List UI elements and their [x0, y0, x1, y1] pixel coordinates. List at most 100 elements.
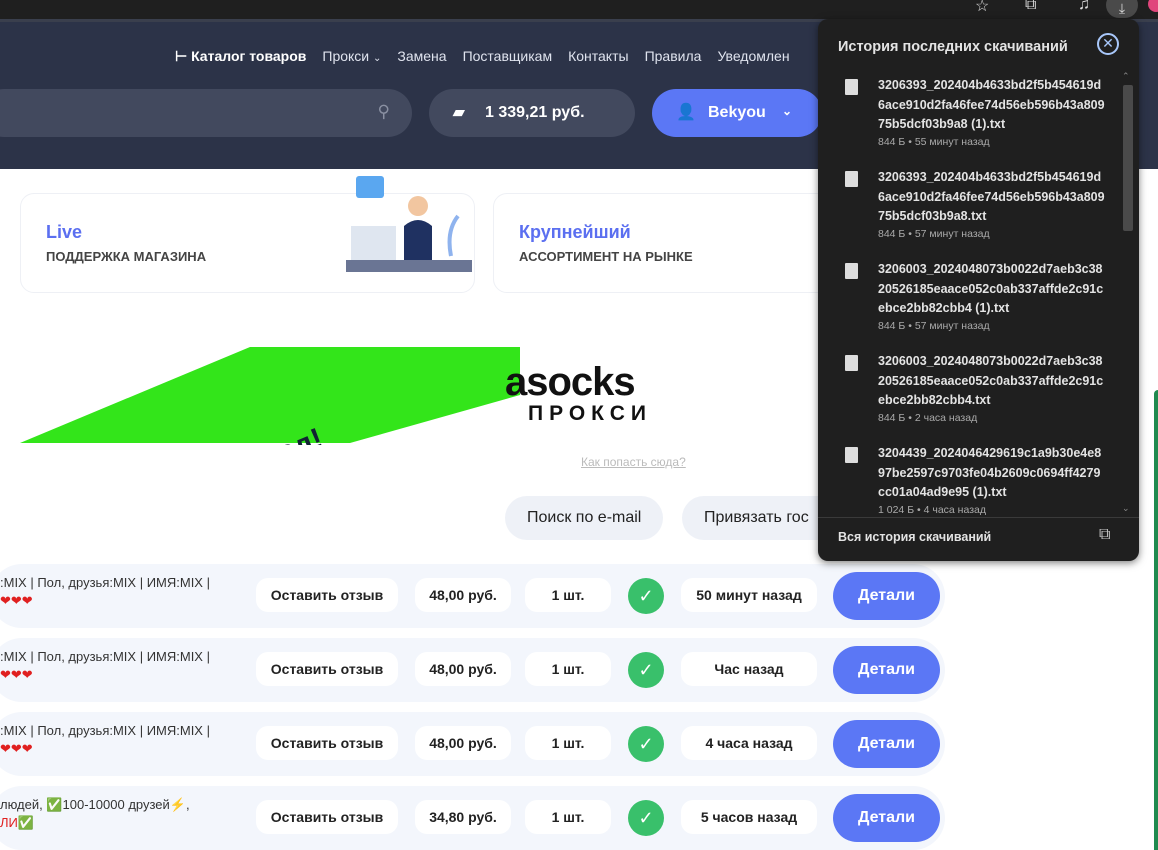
- details-button[interactable]: Детали: [833, 720, 940, 768]
- check-icon: ✓: [628, 578, 664, 614]
- catalog-icon: ⊢: [175, 48, 192, 64]
- check-icon: ✓: [628, 726, 664, 762]
- feature-subtitle: АССОРТИМЕНТ НА РЫНКЕ: [519, 249, 693, 264]
- order-description: :MIX | Пол, друзья:MIX | ИМЯ:MIX | ❤❤❤: [0, 649, 210, 682]
- order-time: 4 часа назад: [681, 726, 817, 760]
- download-item[interactable]: 3206393_202404b4633bd2f5b454619d6ace910d…: [818, 161, 1118, 253]
- download-item[interactable]: 3206393_202404b4633bd2f5b454619d6ace910d…: [818, 69, 1118, 161]
- all-downloads-link[interactable]: Вся история скачиваний ⧉: [818, 517, 1139, 561]
- leave-review-button[interactable]: Оставить отзыв: [256, 726, 398, 760]
- nav-suppliers[interactable]: Поставщикам: [463, 48, 553, 65]
- nav-contacts[interactable]: Контакты: [568, 48, 628, 65]
- order-row: :MIX | Пол, друзья:MIX | ИМЯ:MIX | ❤❤❤ Ос…: [0, 638, 945, 702]
- asocks-logo: asocks: [505, 360, 636, 404]
- downloads-title: История последних скачиваний: [838, 39, 1068, 55]
- nav-catalog-label: Каталог товаров: [191, 48, 307, 64]
- order-description: :MIX | Пол, друзья:MIX | ИМЯ:MIX | ❤❤❤: [0, 723, 210, 756]
- balance-widget: ▰ 1 339,21 руб. +: [429, 89, 1051, 137]
- order-quantity: 1 шт.: [525, 578, 611, 612]
- username: Bekyou: [708, 104, 766, 121]
- order-quantity: 1 шт.: [525, 726, 611, 760]
- search-input[interactable]: ⚲: [0, 89, 412, 137]
- side-widget[interactable]: [1154, 390, 1158, 850]
- order-price: 48,00 руб.: [415, 652, 511, 686]
- chevron-down-icon: ⌄: [782, 104, 793, 118]
- scroll-up-icon[interactable]: ⌃: [1122, 71, 1130, 82]
- leave-review-button[interactable]: Оставить отзыв: [256, 800, 398, 834]
- details-button[interactable]: Детали: [833, 572, 940, 620]
- file-name: 3206003_2024048073b0022d7aeb3c3820526185…: [878, 262, 1104, 315]
- order-price: 48,00 руб.: [415, 726, 511, 760]
- main-nav: ⊢ Каталог товаров Прокси ⌄ Замена Постав…: [175, 48, 790, 65]
- download-icon[interactable]: ⤓: [1106, 0, 1138, 18]
- details-button[interactable]: Детали: [833, 646, 940, 694]
- search-icon[interactable]: ⚲: [378, 102, 390, 122]
- profile-avatar[interactable]: [1148, 0, 1158, 12]
- downloads-panel: История последних скачиваний ✕ 3206393_2…: [818, 19, 1139, 561]
- order-price: 48,00 руб.: [415, 578, 511, 612]
- asocks-logo-subtitle: ПРОКСИ: [528, 402, 652, 425]
- order-description: :MIX | Пол, друзья:MIX | ИМЯ:MIX | ❤❤❤: [0, 575, 210, 608]
- check-icon: ✓: [628, 800, 664, 836]
- file-icon: [845, 79, 858, 95]
- chevron-down-icon: ⌄: [373, 53, 382, 64]
- file-meta: 844 Б • 55 минут назад: [878, 136, 990, 148]
- browser-toolbar: ☆ ⧉ ♫ ⤓: [0, 0, 1158, 19]
- user-icon: 👤: [676, 104, 696, 121]
- order-row: :MIX | Пол, друзья:MIX | ИМЯ:MIX | ❤❤❤ Ос…: [0, 712, 945, 776]
- scrollbar[interactable]: [1123, 85, 1133, 231]
- order-row: :MIX | Пол, друзья:MIX | ИМЯ:MIX | ❤❤❤ Ос…: [0, 564, 945, 628]
- file-meta: 844 Б • 2 часа назад: [878, 412, 978, 424]
- extensions-icon[interactable]: ⧉: [1025, 0, 1036, 14]
- how-to-get-here-link[interactable]: Как попасть сюда?: [581, 455, 686, 469]
- file-name: 3204439_2024046429619c1a9b30e4e897be2597…: [878, 446, 1102, 499]
- order-time: 50 минут назад: [681, 578, 817, 612]
- support-illustration: [346, 176, 472, 272]
- search-email-button[interactable]: Поиск по e-mail: [505, 496, 664, 540]
- download-item[interactable]: 3206003_2024048073b0022d7aeb3c3820526185…: [818, 253, 1118, 345]
- file-icon: [845, 171, 858, 187]
- file-icon: [845, 447, 858, 463]
- order-time: 5 часов назад: [681, 800, 817, 834]
- open-external-icon[interactable]: ⧉: [1099, 526, 1110, 544]
- downloads-list: 3206393_202404b4633bd2f5b454619d6ace910d…: [818, 69, 1139, 517]
- feature-card-assortment: Крупнейший АССОРТИМЕНТ НА РЫНКЕ: [493, 193, 833, 293]
- file-icon: [845, 263, 858, 279]
- file-meta: 844 Б • 57 минут назад: [878, 320, 990, 332]
- nav-notifications[interactable]: Уведомлен: [717, 48, 789, 65]
- user-menu-button[interactable]: 👤 Bekyou ⌄: [652, 89, 822, 137]
- nav-replace[interactable]: Замена: [397, 48, 446, 65]
- scroll-down-icon[interactable]: ⌄: [1122, 503, 1130, 514]
- order-row: людей, ✅100-10000 друзей⚡, ЛИ✅ Оставить о…: [0, 786, 945, 850]
- check-icon: ✓: [628, 652, 664, 688]
- feature-subtitle: ПОДДЕРЖКА МАГАЗИНА: [46, 249, 207, 264]
- all-downloads-label: Вся история скачиваний: [838, 530, 992, 544]
- order-quantity: 1 шт.: [525, 800, 611, 834]
- details-button[interactable]: Детали: [833, 794, 940, 842]
- star-icon[interactable]: ☆: [975, 0, 989, 16]
- wallet-icon: ▰: [453, 104, 465, 121]
- leave-review-button[interactable]: Оставить отзыв: [256, 652, 398, 686]
- file-icon: [845, 355, 858, 371]
- leave-review-button[interactable]: Оставить отзыв: [256, 578, 398, 612]
- file-meta: 1 024 Б • 4 часа назад: [878, 504, 986, 516]
- ad-banner[interactable]: на завод!: [20, 345, 520, 445]
- order-description: людей, ✅100-10000 друзей⚡, ЛИ✅: [0, 797, 190, 830]
- media-icon[interactable]: ♫: [1078, 0, 1090, 14]
- nav-catalog[interactable]: ⊢ Каталог товаров: [175, 48, 306, 65]
- order-price: 34,80 руб.: [415, 800, 511, 834]
- file-name: 3206003_2024048073b0022d7aeb3c3820526185…: [878, 354, 1104, 407]
- close-icon[interactable]: ✕: [1097, 33, 1119, 55]
- nav-proxy[interactable]: Прокси ⌄: [322, 48, 381, 65]
- download-item[interactable]: 3206003_2024048073b0022d7aeb3c3820526185…: [818, 345, 1118, 437]
- feature-title: Live: [46, 222, 83, 242]
- file-meta: 844 Б • 57 минут назад: [878, 228, 990, 240]
- feature-title: Крупнейший: [519, 222, 631, 242]
- file-name: 3206393_202404b4633bd2f5b454619d6ace910d…: [878, 78, 1105, 131]
- order-quantity: 1 шт.: [525, 652, 611, 686]
- nav-proxy-label: Прокси: [322, 48, 370, 64]
- download-item[interactable]: 3204439_2024046429619c1a9b30e4e897be2597…: [818, 437, 1118, 517]
- nav-rules[interactable]: Правила: [645, 48, 702, 65]
- file-name: 3206393_202404b4633bd2f5b454619d6ace910d…: [878, 170, 1105, 223]
- balance-value: 1 339,21 руб.: [485, 104, 585, 121]
